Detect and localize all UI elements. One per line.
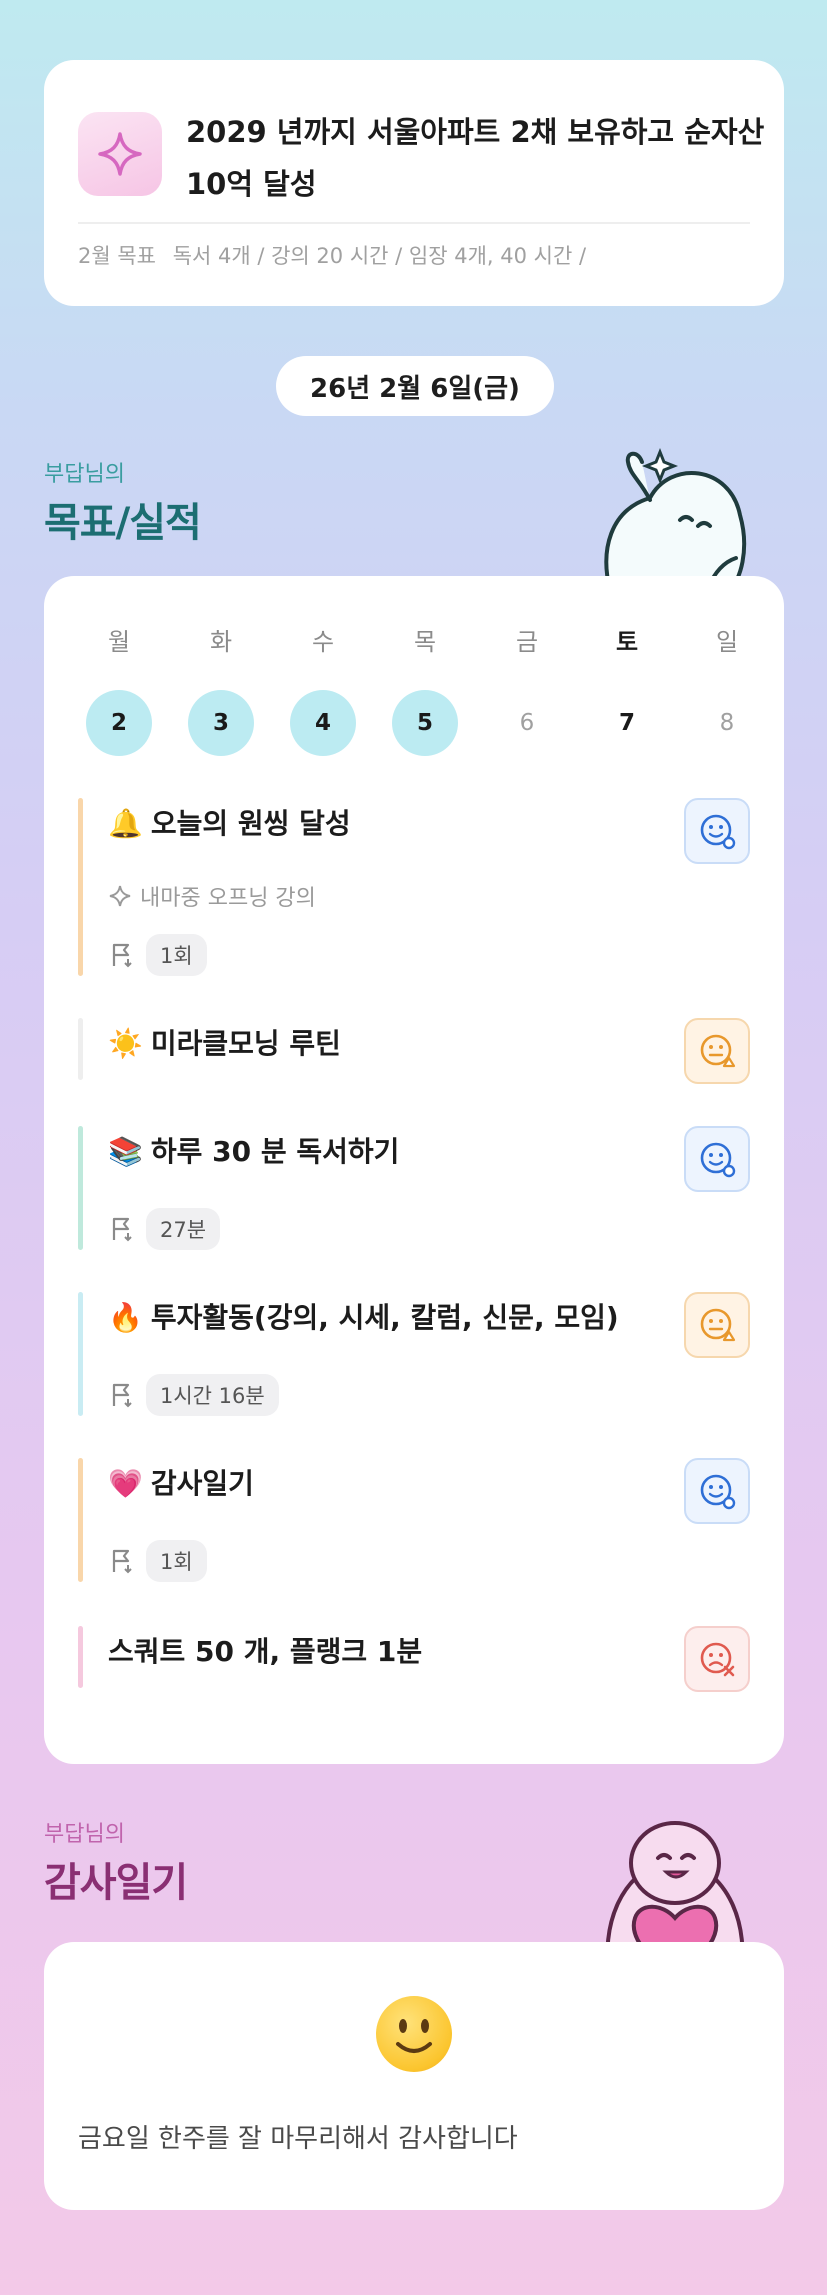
goals-section-title: 목표/실적 (44, 500, 202, 546)
divider (78, 222, 750, 224)
weekday-sun: 일 (715, 628, 739, 656)
task-record: 27분 (108, 1208, 221, 1250)
task-title: 🔥 투자활동(강의, 시세, 칼럼, 신문, 모임) (108, 1301, 619, 1334)
goal-title: 2029 년까지 서울아파트 2채 보유하고 순자산 10억 달성 (186, 115, 765, 201)
task-item-gratitude-diary[interactable]: 💗 감사일기 1회 (78, 1458, 750, 1582)
heart-icon: 💗 (108, 1467, 143, 1500)
flag-icon (112, 1383, 132, 1408)
task-title: 🔔 오늘의 원씽 달성 (108, 807, 351, 840)
date-cell-6[interactable]: 6 (494, 690, 560, 756)
gratitude-diary-card[interactable]: 금요일 한주를 잘 마무리해서 감사합니다 (44, 1942, 784, 2210)
weekday-sat: 토 (615, 628, 639, 656)
task-title: 💗 감사일기 (108, 1467, 254, 1500)
weekday-thu: 목 (413, 628, 437, 656)
task-title: ☀️ 미라클모닝 루틴 (108, 1027, 341, 1060)
task-item-reading[interactable]: 📚 하루 30 분 독서하기 27분 (78, 1126, 750, 1250)
task-item-one-thing[interactable]: 🔔 오늘의 원씽 달성 내마중 오프닝 강의 1회 (78, 798, 750, 976)
task-title: 스쿼트 50 개, 플랭크 1분 (108, 1635, 423, 1668)
status-smile-icon[interactable] (684, 798, 750, 864)
sparkle-icon (109, 885, 131, 907)
sun-icon: ☀️ (108, 1027, 143, 1060)
date-cell-2[interactable]: 2 (86, 690, 152, 756)
task-color-bar (78, 1018, 83, 1080)
task-item-investment[interactable]: 🔥 투자활동(강의, 시세, 칼럼, 신문, 모임) 1시간 16분 (78, 1292, 750, 1416)
monthly-goals-label: 2월 목표 (78, 244, 156, 268)
monthly-goals-items: 독서 4개 / 강의 20 시간 / 임장 4개, 40 시간 / (172, 244, 587, 268)
flag-icon (112, 943, 132, 968)
task-color-bar (78, 1126, 83, 1250)
goals-card: 월 화 수 목 금 토 일 2 3 4 5 6 7 8 🔔 오늘의 원씽 달성 내… (44, 576, 784, 1764)
diary-section-owner: 부답님의 (44, 1822, 125, 1847)
bell-icon: 🔔 (108, 807, 143, 840)
flag-icon (112, 1549, 132, 1574)
status-neutral-icon[interactable] (684, 1292, 750, 1358)
weekday-tue: 화 (209, 628, 233, 656)
books-icon: 📚 (108, 1135, 143, 1168)
diary-entry-text: 금요일 한주를 잘 마무리해서 감사합니다 (78, 2124, 518, 2154)
sparkle-icon (78, 112, 162, 196)
diary-section-title: 감사일기 (44, 1860, 188, 1906)
date-cell-3[interactable]: 3 (188, 690, 254, 756)
date-cell-7[interactable]: 7 (594, 690, 660, 756)
date-selector[interactable]: 26년 2월 6일(금) (276, 356, 554, 416)
waving-mascot-illustration (604, 447, 747, 590)
record-chip: 1회 (146, 934, 207, 976)
date-cell-4[interactable]: 4 (290, 690, 356, 756)
task-item-miracle-morning[interactable]: ☀️ 미라클모닝 루틴 (78, 1018, 750, 1084)
task-title: 📚 하루 30 분 독서하기 (108, 1135, 400, 1168)
status-sad-icon[interactable] (684, 1626, 750, 1692)
task-item-exercise[interactable]: 스쿼트 50 개, 플랭크 1분 (78, 1626, 750, 1692)
task-record: 1회 (108, 1540, 207, 1582)
weekday-fri: 금 (515, 628, 539, 656)
status-smile-icon[interactable] (684, 1126, 750, 1192)
task-subtitle: 내마중 오프닝 강의 (108, 880, 316, 912)
monthly-goals: 2월 목표 독서 4개 / 강의 20 시간 / 임장 4개, 40 시간 / (78, 240, 596, 270)
record-chip: 1회 (146, 1540, 207, 1582)
weekday-wed: 수 (311, 628, 335, 656)
status-smile-icon[interactable] (684, 1458, 750, 1524)
weekday-mon: 월 (107, 628, 131, 656)
flag-icon (112, 1217, 132, 1242)
goals-section-owner: 부답님의 (44, 462, 125, 487)
goal-card[interactable]: 2029 년까지 서울아파트 2채 보유하고 순자산 10억 달성 2월 목표 … (44, 60, 784, 306)
record-chip: 1시간 16분 (146, 1374, 279, 1416)
smiling-face-icon (376, 1996, 452, 2072)
record-chip: 27분 (146, 1208, 221, 1250)
date-cell-5[interactable]: 5 (392, 690, 458, 756)
status-neutral-icon[interactable] (684, 1018, 750, 1084)
task-color-bar (78, 1292, 83, 1416)
fire-icon: 🔥 (108, 1301, 143, 1334)
task-color-bar (78, 798, 83, 976)
date-cell-8[interactable]: 8 (694, 690, 760, 756)
task-record: 1시간 16분 (108, 1374, 279, 1416)
task-record: 1회 (108, 934, 207, 976)
task-color-bar (78, 1626, 83, 1688)
task-color-bar (78, 1458, 83, 1582)
